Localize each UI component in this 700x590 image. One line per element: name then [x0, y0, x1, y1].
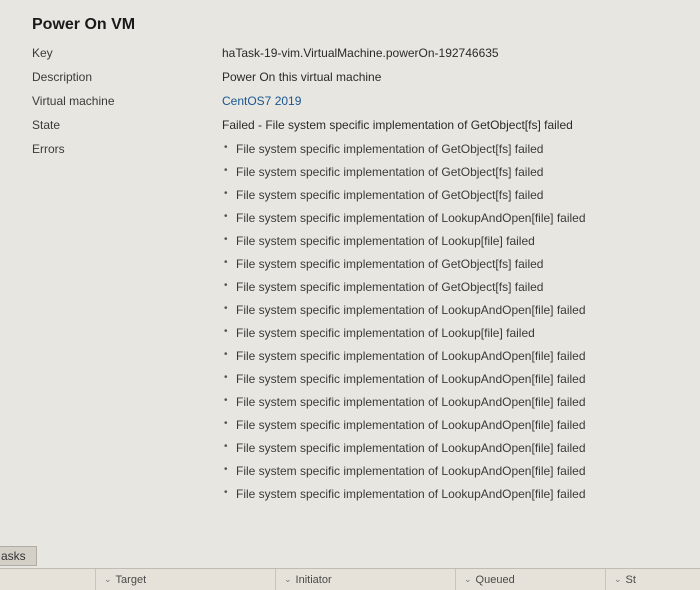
row-vm: Virtual machine CentOS7 2019 — [32, 92, 700, 110]
row-key: Key haTask-19-vim.VirtualMachine.powerOn… — [32, 44, 700, 62]
description-value: Power On this virtual machine — [222, 68, 700, 86]
error-item: File system specific implementation of L… — [222, 416, 700, 434]
error-item: File system specific implementation of L… — [222, 439, 700, 457]
chevron-down-icon: ⌄ — [104, 574, 112, 585]
error-item: File system specific implementation of L… — [222, 232, 700, 250]
col-st-label: St — [626, 574, 636, 586]
error-item: File system specific implementation of G… — [222, 163, 700, 181]
error-item: File system specific implementation of L… — [222, 485, 700, 503]
row-description: Description Power On this virtual machin… — [32, 68, 700, 86]
row-state: State Failed - File system specific impl… — [32, 116, 700, 134]
page-title: Power On VM — [32, 16, 700, 34]
error-item: File system specific implementation of G… — [222, 278, 700, 296]
description-label: Description — [32, 68, 222, 86]
col-queued[interactable]: ⌄ Queued — [456, 569, 606, 590]
error-item: File system specific implementation of L… — [222, 370, 700, 388]
key-label: Key — [32, 44, 222, 62]
chevron-down-icon: ⌄ — [464, 574, 472, 585]
error-item: File system specific implementation of L… — [222, 462, 700, 480]
chevron-down-icon: ⌄ — [284, 574, 292, 585]
tasks-tab[interactable]: asks — [0, 546, 37, 566]
state-value: Failed - File system specific implementa… — [222, 116, 700, 134]
errors-value: File system specific implementation of G… — [222, 140, 700, 508]
task-detail-panel: Power On VM Key haTask-19-vim.VirtualMac… — [0, 0, 700, 508]
error-item: File system specific implementation of G… — [222, 186, 700, 204]
vm-link[interactable]: CentOS7 2019 — [222, 92, 700, 110]
col-target-label: Target — [116, 574, 147, 586]
state-label: State — [32, 116, 222, 134]
error-item: File system specific implementation of L… — [222, 393, 700, 411]
col-st[interactable]: ⌄ St — [606, 569, 700, 590]
error-item: File system specific implementation of L… — [222, 347, 700, 365]
col-spacer — [0, 569, 96, 590]
errors-label: Errors — [32, 140, 222, 158]
error-item: File system specific implementation of L… — [222, 209, 700, 227]
col-queued-label: Queued — [476, 574, 515, 586]
errors-list: File system specific implementation of G… — [222, 140, 700, 503]
row-errors: Errors File system specific implementati… — [32, 140, 700, 508]
error-item: File system specific implementation of L… — [222, 301, 700, 319]
task-list-header: ⌄ Target ⌄ Initiator ⌄ Queued ⌄ St — [0, 568, 700, 590]
col-initiator[interactable]: ⌄ Initiator — [276, 569, 456, 590]
chevron-down-icon: ⌄ — [614, 574, 622, 585]
col-target[interactable]: ⌄ Target — [96, 569, 276, 590]
key-value: haTask-19-vim.VirtualMachine.powerOn-192… — [222, 44, 700, 62]
error-item: File system specific implementation of G… — [222, 255, 700, 273]
error-item: File system specific implementation of G… — [222, 140, 700, 158]
vm-label: Virtual machine — [32, 92, 222, 110]
error-item: File system specific implementation of L… — [222, 324, 700, 342]
col-initiator-label: Initiator — [296, 574, 332, 586]
